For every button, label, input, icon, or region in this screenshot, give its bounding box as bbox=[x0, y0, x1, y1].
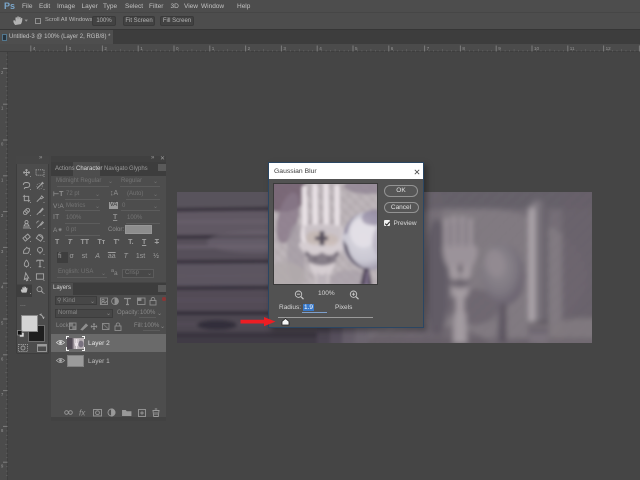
svg-text:fx: fx bbox=[79, 409, 86, 418]
